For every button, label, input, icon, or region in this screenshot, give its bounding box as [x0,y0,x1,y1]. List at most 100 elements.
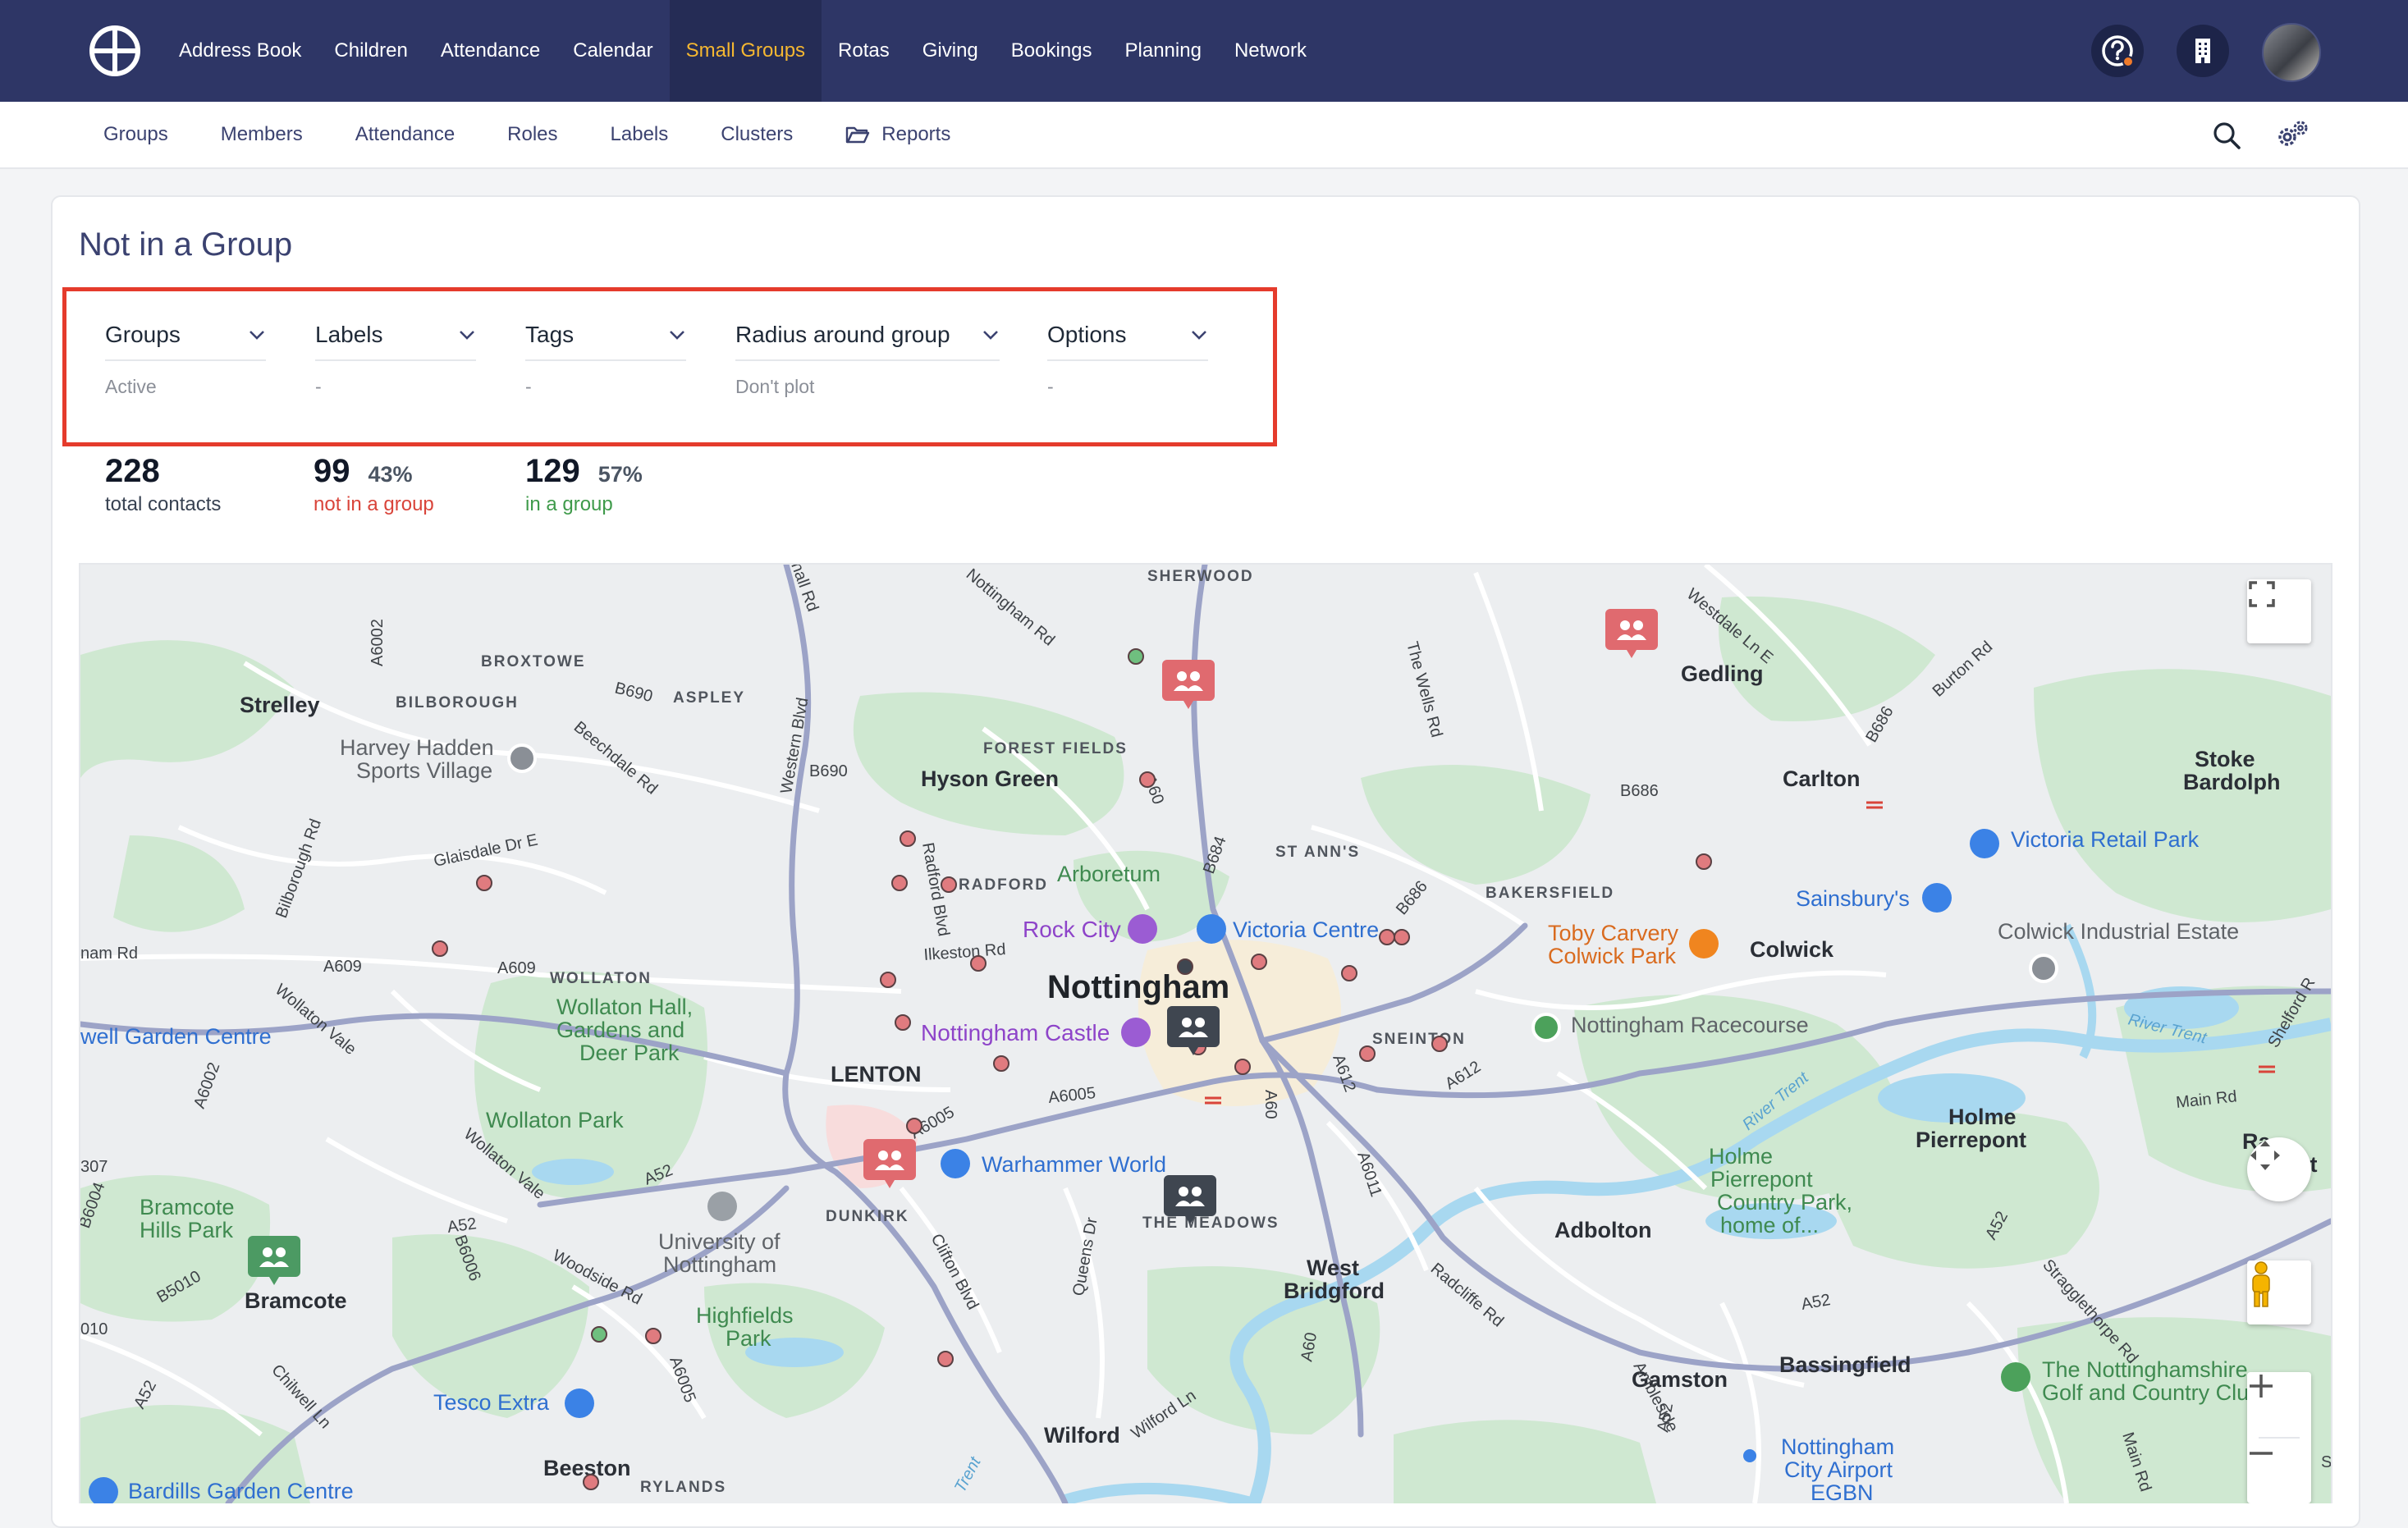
chevron-down-icon [460,331,474,340]
contact-dot[interactable] [900,830,916,847]
racecourse-poi-icon[interactable] [1531,1013,1561,1042]
subnav-groups[interactable]: Groups [77,102,195,167]
street-view-pegman-button[interactable] [2247,1260,2311,1324]
subnav-roles[interactable]: Roles [481,102,584,167]
map-label: Bardills Garden Centre [128,1479,354,1503]
contact-dot[interactable] [906,1118,922,1134]
subnav-attendance[interactable]: Attendance [329,102,481,167]
contact-dot[interactable] [476,875,492,891]
map-label: Bardolph [2183,770,2281,794]
building-icon[interactable] [2177,25,2229,77]
chevron-down-icon [249,331,264,340]
settings-gears-icon[interactable] [2275,118,2310,153]
map-label: FOREST FIELDS [983,740,1128,757]
contacts-map[interactable]: .dist { font: bold 19px "Liberation Sans… [79,563,2332,1503]
map-label: Highfields [696,1303,794,1328]
contact-dot[interactable] [1359,1045,1376,1062]
golf-poi-icon[interactable] [2001,1362,2030,1392]
search-icon[interactable] [2209,118,2244,153]
castle-poi-icon[interactable] [1121,1018,1151,1047]
nav-planning[interactable]: Planning [1109,0,1218,102]
map-pan-control[interactable] [2247,1137,2311,1201]
zoom-out-button[interactable] [2247,1439,2311,1503]
filter-groups[interactable]: Groups Active [105,310,266,398]
map-label: Deer Park [579,1041,680,1065]
contact-dot[interactable] [1139,771,1156,788]
rock-city-poi-icon[interactable] [1128,914,1157,944]
stat-in-group[interactable]: 129 57% in a group [525,453,643,516]
contact-dot[interactable] [1234,1059,1251,1075]
sainsburys-poi-icon[interactable] [1922,883,1952,913]
university-poi-icon[interactable] [707,1192,737,1221]
nav-rotas[interactable]: Rotas [822,0,906,102]
sports-village-poi-icon[interactable] [507,743,537,773]
chevron-down-icon [670,331,684,340]
nav-network[interactable]: Network [1218,0,1323,102]
contact-dot[interactable] [937,1351,954,1367]
contact-dot[interactable] [1394,929,1410,945]
contact-dot[interactable] [1251,954,1267,970]
nav-bookings[interactable]: Bookings [995,0,1109,102]
nav-attendance[interactable]: Attendance [424,0,556,102]
map-label: A609 [323,958,362,976]
subnav-labels[interactable]: Labels [584,102,695,167]
contact-dot[interactable] [591,1326,607,1343]
nav-calendar[interactable]: Calendar [556,0,669,102]
nav-children[interactable]: Children [318,0,423,102]
fullscreen-button[interactable] [2247,579,2311,643]
contact-dot[interactable] [1177,958,1193,975]
subnav-clusters[interactable]: Clusters [694,102,819,167]
stat-not-in-group[interactable]: 99 43% not in a group [314,453,434,516]
contact-dot[interactable] [895,1014,911,1031]
carvery-poi-icon[interactable] [1689,929,1719,958]
contact-dot[interactable] [941,876,957,893]
map-label: RADFORD [959,876,1048,894]
map-label: Nottingham [1781,1434,1894,1459]
contact-dot[interactable] [645,1328,662,1344]
contact-dot[interactable] [880,972,896,988]
filter-options[interactable]: Options - [1047,310,1208,398]
zoom-in-button[interactable] [2247,1372,2311,1436]
subnav-reports[interactable]: Reports [819,102,977,167]
map-label: Colwick Park [1548,944,1677,968]
contact-dot[interactable] [891,875,908,891]
map-label: Hyson Green [921,766,1059,791]
airport-poi-icon[interactable] [1743,1449,1756,1462]
filter-tags[interactable]: Tags - [525,310,686,398]
user-avatar[interactable] [2262,23,2321,82]
tesco-poi-icon[interactable] [565,1388,594,1418]
contact-dot[interactable] [1128,648,1144,665]
map-label: well Garden Centre [80,1024,272,1049]
map-label: Bramcote [140,1195,235,1219]
map-canvas[interactable]: .dist { font: bold 19px "Liberation Sans… [80,565,2331,1503]
app-logo-icon[interactable] [89,25,141,77]
contact-dot[interactable] [1379,929,1395,945]
retail-park-poi-icon[interactable] [1970,829,1999,858]
map-label: Holme [1948,1105,2017,1129]
contact-dot[interactable] [1341,965,1357,981]
contact-dot[interactable] [583,1474,599,1490]
stat-total-number: 228 [105,453,160,489]
nav-giving[interactable]: Giving [906,0,995,102]
victoria-centre-poi-icon[interactable] [1197,914,1226,944]
industrial-estate-poi-icon[interactable] [2029,954,2058,983]
map-label: A60 [1261,1090,1280,1119]
filter-radius-around-group[interactable]: Radius around group Don't plot [735,310,1000,398]
nav-small-groups[interactable]: Small Groups [669,0,822,102]
warhammer-poi-icon[interactable] [941,1149,970,1178]
sub-navigation-bar: Groups Members Attendance Roles Labels C… [0,102,2408,169]
map-label: Wollaton Park [486,1108,624,1132]
help-icon[interactable] [2091,25,2144,77]
contact-dot[interactable] [432,940,448,957]
contact-dot[interactable] [993,1055,1009,1072]
minus-icon [2250,1452,2273,1455]
contact-dot[interactable] [1696,853,1712,870]
nav-address-book[interactable]: Address Book [163,0,318,102]
map-label: S [2321,1453,2331,1471]
map-label: Adbolton [1554,1218,1651,1242]
filter-labels[interactable]: Labels - [315,310,476,398]
contact-dot[interactable] [1431,1036,1448,1052]
subnav-members[interactable]: Members [195,102,329,167]
map-label: WOLLATON [550,970,652,987]
contact-dot[interactable] [970,955,987,972]
